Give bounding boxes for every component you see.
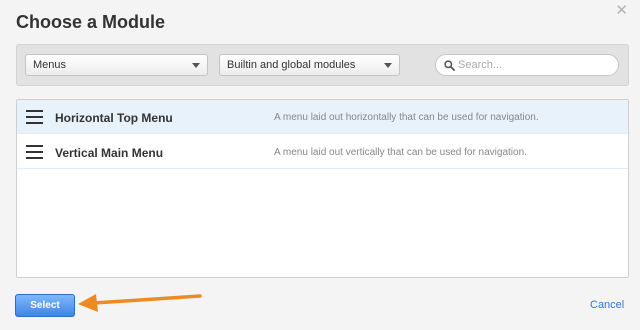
chevron-down-icon xyxy=(192,63,200,68)
close-icon[interactable]: ✕ xyxy=(615,3,628,18)
list-item[interactable]: Vertical Main Menu A menu laid out verti… xyxy=(17,135,628,169)
list-item[interactable]: Horizontal Top Menu A menu laid out hori… xyxy=(17,100,628,134)
dialog-title: Choose a Module xyxy=(16,12,166,32)
module-description: A menu laid out vertically that can be u… xyxy=(274,147,527,158)
search-input[interactable] xyxy=(458,57,613,73)
scope-select[interactable]: Builtin and global modules xyxy=(219,54,400,76)
search-box[interactable] xyxy=(435,54,619,76)
module-list: Horizontal Top Menu A menu laid out hori… xyxy=(16,99,629,278)
chevron-down-icon xyxy=(384,63,392,68)
category-select[interactable]: Menus xyxy=(25,54,208,76)
module-name: Vertical Main Menu xyxy=(55,146,164,160)
search-icon xyxy=(444,60,455,71)
module-name: Horizontal Top Menu xyxy=(55,111,173,125)
annotation-arrow-icon xyxy=(78,294,202,312)
menu-icon xyxy=(26,110,43,125)
module-description: A menu laid out horizontally that can be… xyxy=(274,112,539,123)
cancel-link[interactable]: Cancel xyxy=(590,299,624,311)
menu-icon xyxy=(26,145,43,160)
select-button[interactable]: Select xyxy=(15,294,75,317)
filter-bar: Menus Builtin and global modules xyxy=(16,44,629,86)
choose-module-dialog: Choose a Module ✕ Menus Builtin and glob… xyxy=(0,0,640,330)
scope-select-value: Builtin and global modules xyxy=(227,59,356,71)
category-select-value: Menus xyxy=(33,59,67,71)
